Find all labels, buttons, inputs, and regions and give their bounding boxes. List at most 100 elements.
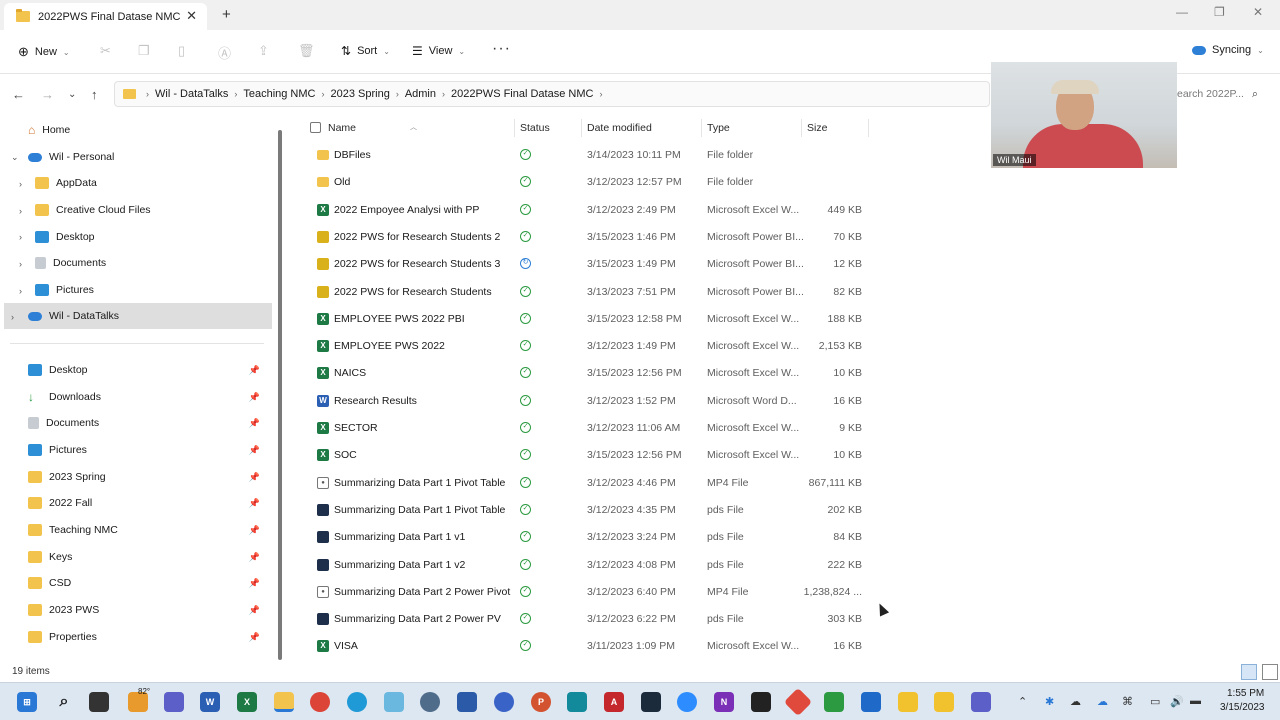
select-all-checkbox[interactable] bbox=[310, 122, 321, 133]
file-name[interactable]: Summarizing Data Part 1 Pivot Table bbox=[334, 477, 505, 489]
onedrive-icon[interactable]: ☁ bbox=[1097, 695, 1108, 708]
chevron-right-icon[interactable]: › bbox=[19, 179, 22, 189]
file-name[interactable]: SECTOR bbox=[334, 422, 378, 434]
sidebar-item-wil-personal[interactable]: Wil - Personal bbox=[28, 144, 268, 170]
settings-icon[interactable] bbox=[420, 692, 440, 712]
file-row[interactable]: 2022 PWS for Research Students 3 ↻ 3/15/20… bbox=[302, 251, 872, 278]
file-name[interactable]: VISA bbox=[334, 640, 358, 652]
new-button[interactable]: ⊕ New ⌄ bbox=[18, 44, 70, 60]
file-name[interactable]: Old bbox=[334, 176, 350, 188]
file-row[interactable]: X EMPLOYEE PWS 2022 PBI ✓ 3/15/2023 12:58 P… bbox=[302, 306, 872, 333]
mail-icon[interactable] bbox=[861, 692, 881, 712]
quick-access-2022-fall[interactable]: 2022 Fall 📌 bbox=[28, 490, 268, 516]
quick-access-teaching-nmc[interactable]: Teaching NMC 📌 bbox=[28, 517, 268, 543]
details-view-icon[interactable] bbox=[1241, 664, 1257, 680]
file-name[interactable]: Summarizing Data Part 1 Pivot Table bbox=[334, 504, 505, 516]
quick-access-downloads[interactable]: ↓ Downloads 📌 bbox=[28, 384, 268, 410]
file-row[interactable]: X NAICS ✓ 3/15/2023 12:56 PM Microsoft Excel… bbox=[302, 360, 872, 387]
file-row[interactable]: ● Summarizing Data Part 2 Power Pivot ✓ 3/1… bbox=[302, 579, 872, 606]
pin-icon[interactable]: 📌 bbox=[249, 365, 260, 376]
pin-icon[interactable]: 📌 bbox=[249, 605, 260, 616]
file-row[interactable]: Old ✓ 3/12/2023 12:57 PM File folder bbox=[302, 169, 872, 196]
camtasia-icon[interactable] bbox=[567, 692, 587, 712]
file-explorer-icon[interactable] bbox=[274, 692, 294, 712]
battery-icon[interactable]: ▬ bbox=[1190, 695, 1201, 707]
quick-access-properties[interactable]: Properties 📌 bbox=[28, 624, 268, 650]
bluetooth-icon[interactable]: ✱ bbox=[1045, 695, 1054, 708]
word-icon[interactable]: W bbox=[200, 692, 220, 712]
column-divider[interactable] bbox=[701, 119, 702, 137]
column-size[interactable]: Size bbox=[807, 122, 827, 134]
excel-icon[interactable]: X bbox=[237, 692, 257, 712]
pin-icon[interactable]: 📌 bbox=[249, 498, 260, 509]
chrome-icon[interactable] bbox=[310, 692, 330, 712]
file-row[interactable]: Summarizing Data Part 1 Pivot Table ✓ 3/12… bbox=[302, 497, 872, 524]
chevron-right-icon[interactable]: › bbox=[19, 286, 22, 296]
power-bi-icon[interactable] bbox=[934, 692, 954, 712]
paste-icon[interactable]: ▯ bbox=[178, 43, 185, 59]
teams-icon[interactable] bbox=[971, 692, 991, 712]
sync-status[interactable]: Syncing ⌄ bbox=[1192, 44, 1264, 56]
snipping-tool-icon[interactable] bbox=[384, 692, 404, 712]
file-row[interactable]: X 2022 Empoyee Analysi with PP ✓ 3/12/2023 … bbox=[302, 197, 872, 224]
pin-icon[interactable]: 📌 bbox=[249, 552, 260, 563]
back-button[interactable]: ← bbox=[12, 87, 25, 102]
rename-icon[interactable]: Ⓐ bbox=[218, 43, 231, 62]
pin-icon[interactable]: 📌 bbox=[249, 445, 260, 456]
quick-access-keys[interactable]: Keys 📌 bbox=[28, 544, 268, 570]
file-name[interactable]: Summarizing Data Part 1 v2 bbox=[334, 559, 465, 571]
file-row[interactable]: W Research Results ✓ 3/12/2023 1:52 PM Micro… bbox=[302, 388, 872, 415]
breadcrumb-item[interactable]: 2023 Spring bbox=[330, 88, 389, 100]
chevron-down-icon[interactable]: ⌄ bbox=[11, 152, 19, 163]
breadcrumb-item[interactable]: 2022PWS Final Datase NMC bbox=[451, 88, 593, 100]
quick-access-documents[interactable]: Documents 📌 bbox=[28, 410, 268, 436]
explorer-tab[interactable]: 2022PWS Final Datase NMC ✕ bbox=[4, 3, 207, 30]
sidebar-item-documents[interactable]: Documents bbox=[35, 250, 268, 276]
more-options-button[interactable]: ··· bbox=[492, 40, 511, 58]
clock-time[interactable]: 1:55 PM bbox=[1227, 688, 1264, 699]
file-row[interactable]: Summarizing Data Part 2 Power PV ✓ 3/12/20… bbox=[302, 606, 872, 633]
task-view-icon[interactable] bbox=[89, 692, 109, 712]
column-date-modified[interactable]: Date modified bbox=[587, 122, 652, 134]
start-button-icon[interactable]: ⊞ bbox=[17, 692, 37, 712]
network-icon[interactable]: ⌘ bbox=[1122, 695, 1133, 708]
file-name[interactable]: SOC bbox=[334, 449, 357, 461]
file-row[interactable]: DBFiles ✓ 3/14/2023 10:11 PM File folder bbox=[302, 142, 872, 169]
column-divider[interactable] bbox=[868, 119, 869, 137]
edge-icon[interactable] bbox=[347, 692, 367, 712]
quick-access-desktop[interactable]: Desktop 📌 bbox=[28, 357, 268, 383]
column-divider[interactable] bbox=[801, 119, 802, 137]
address-bar[interactable]: › Wil - DataTalks › Teaching NMC › 2023 … bbox=[114, 81, 990, 107]
sort-button[interactable]: ⇅ Sort ⌄ bbox=[341, 44, 390, 58]
chevron-right-icon[interactable]: › bbox=[19, 259, 22, 269]
powerpoint-icon[interactable]: P bbox=[531, 692, 551, 712]
sidebar-item-appdata[interactable]: AppData bbox=[35, 170, 268, 196]
app-icon[interactable] bbox=[494, 692, 514, 712]
file-name[interactable]: 2022 PWS for Research Students bbox=[334, 286, 492, 298]
sidebar-scrollbar[interactable] bbox=[278, 130, 282, 660]
search-box[interactable]: Search 2022P... ⌕ bbox=[1170, 81, 1270, 107]
forward-button[interactable]: → bbox=[41, 87, 54, 102]
file-row[interactable]: X EMPLOYEE PWS 2022 ✓ 3/12/2023 1:49 PM Micr… bbox=[302, 333, 872, 360]
maximize-button[interactable]: ❐ bbox=[1214, 5, 1225, 19]
share-icon[interactable]: ⇪ bbox=[258, 43, 269, 59]
onenote-icon[interactable]: N bbox=[714, 692, 734, 712]
breadcrumb-item[interactable]: Admin bbox=[405, 88, 436, 100]
file-name[interactable]: DBFiles bbox=[334, 149, 371, 161]
close-window-button[interactable]: ✕ bbox=[1253, 5, 1263, 19]
file-row[interactable]: 2022 PWS for Research Students ✓ 3/13/2023… bbox=[302, 279, 872, 306]
monitor-icon[interactable]: ▭ bbox=[1150, 695, 1160, 708]
file-name[interactable]: 2022 PWS for Research Students 3 bbox=[334, 258, 500, 270]
file-name[interactable]: Summarizing Data Part 2 Power Pivot bbox=[334, 586, 510, 598]
sidebar-item-home[interactable]: ⌂ Home bbox=[28, 117, 268, 143]
recent-locations-button[interactable]: ⌄ bbox=[68, 89, 76, 100]
file-name[interactable]: 2022 PWS for Research Students 2 bbox=[334, 231, 500, 243]
file-name[interactable]: EMPLOYEE PWS 2022 bbox=[334, 340, 445, 352]
new-tab-button[interactable]: + bbox=[222, 6, 231, 23]
pin-icon[interactable]: 📌 bbox=[249, 578, 260, 589]
pin-icon[interactable]: 📌 bbox=[249, 525, 260, 536]
breadcrumb-item[interactable]: Wil - DataTalks bbox=[155, 88, 228, 100]
column-name[interactable]: Name bbox=[328, 122, 356, 134]
pin-icon[interactable]: 📌 bbox=[249, 418, 260, 429]
git-icon[interactable] bbox=[783, 687, 813, 717]
